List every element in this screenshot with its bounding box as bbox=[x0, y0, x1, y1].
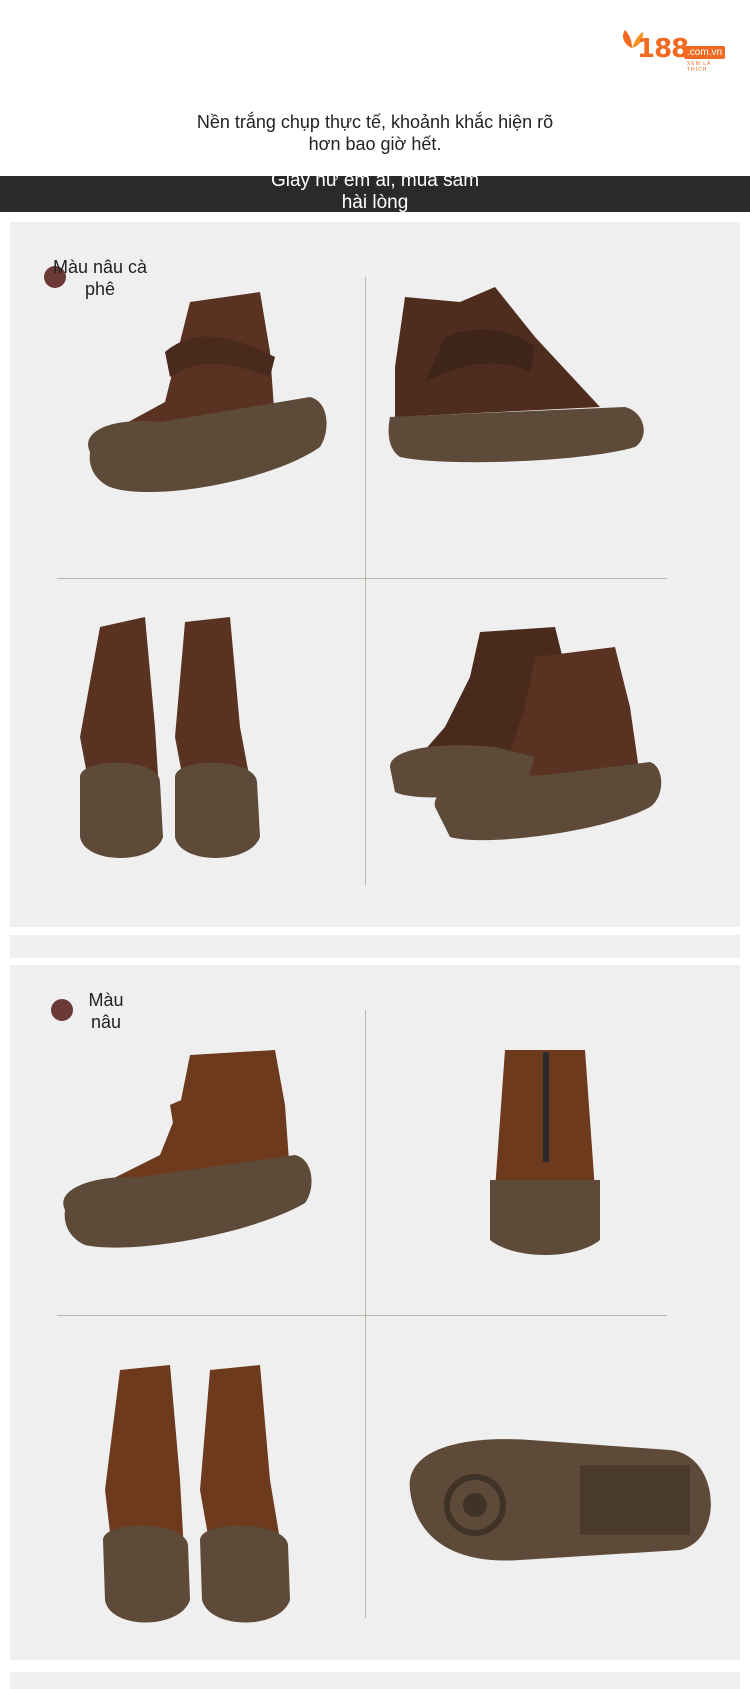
boot-pair-angled-view-image[interactable] bbox=[385, 617, 685, 857]
intro-caption: Nền trắng chụp thực tế, khoảnh khắc hiện… bbox=[150, 111, 600, 155]
banner-text: Giầy nữ êm ái, mua sắm hài lòng bbox=[0, 170, 750, 214]
variant-label-line-1: Màu nâu cà bbox=[52, 257, 148, 277]
variant-label-line-2: nâu bbox=[90, 1012, 122, 1032]
variant-label: Màu nâu bbox=[76, 989, 136, 1033]
color-swatch[interactable] bbox=[51, 999, 73, 1021]
boot-back-view-image[interactable] bbox=[485, 1040, 605, 1270]
logo-tagline: XEM LÀ THÍCH bbox=[687, 61, 712, 73]
variant-panel-coffee-brown: Màu nâu cà phê bbox=[10, 222, 740, 927]
grid-divider-vertical bbox=[365, 1010, 366, 1618]
boot-side-view-image[interactable] bbox=[70, 282, 340, 512]
brand-logo[interactable]: 188 .com.vn XEM LÀ THÍCH bbox=[617, 24, 732, 73]
caption-line-2: hơn bao giờ hết. bbox=[308, 134, 442, 154]
boot-side-view-image[interactable] bbox=[50, 1045, 320, 1265]
variant-panel-brown: Màu nâu bbox=[10, 965, 740, 1660]
banner-line-2: hài lòng bbox=[341, 192, 409, 213]
boot-back-view-image[interactable] bbox=[385, 277, 665, 507]
grid-divider-horizontal bbox=[57, 1315, 667, 1316]
boot-sole-view-image[interactable] bbox=[400, 1430, 730, 1570]
boot-pair-front-view-image[interactable] bbox=[75, 607, 285, 867]
boot-pair-top-view-image[interactable] bbox=[100, 1360, 300, 1630]
logo-number: 188 bbox=[637, 34, 689, 64]
grid-divider-vertical bbox=[365, 277, 366, 885]
banner-line-1: Giầy nữ êm ái, mua sắm bbox=[270, 170, 480, 191]
variant-label-line-1: Màu bbox=[88, 990, 124, 1010]
section-divider-strip bbox=[10, 935, 740, 958]
section-divider-strip bbox=[10, 1672, 740, 1689]
caption-line-1: Nền trắng chụp thực tế, khoảnh khắc hiện… bbox=[196, 112, 554, 132]
logo-domain: .com.vn bbox=[684, 46, 726, 59]
grid-divider-horizontal bbox=[57, 578, 667, 579]
